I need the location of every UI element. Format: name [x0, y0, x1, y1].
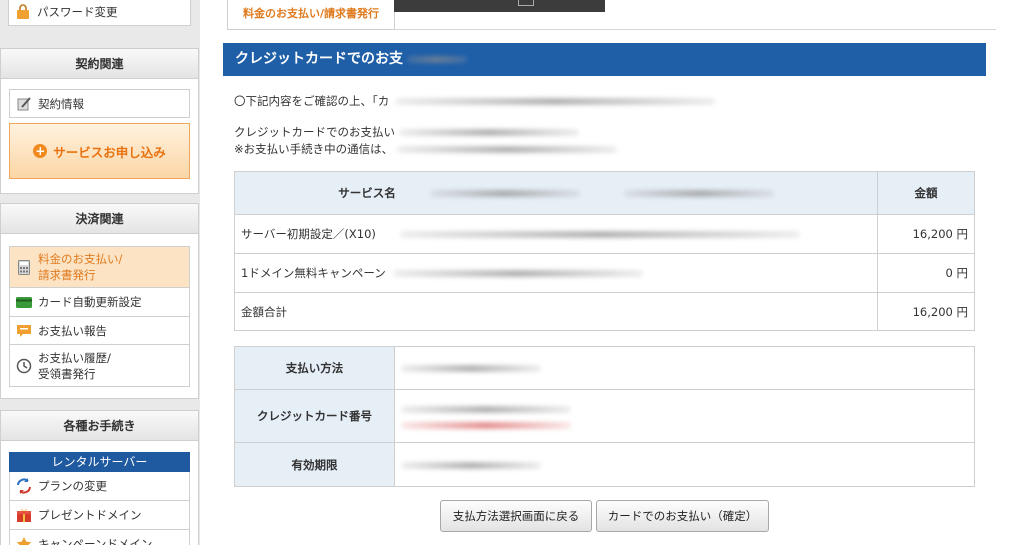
table-row: サーバー初期設定／(X10) 16,200 円 — [234, 214, 975, 254]
credit-card-icon — [16, 294, 32, 310]
page-title: クレジットカードでのお支 — [223, 43, 986, 76]
card-number-row: クレジットカード番号 — [234, 389, 975, 443]
sidebar: パスワード変更 契約関連 契約情報 + サービスお申し込み 決済関連 料金のお支… — [0, 0, 200, 545]
table-header-row: サービス名 金額 — [234, 171, 975, 215]
blurred-text — [401, 422, 571, 429]
payment-method-value — [394, 346, 975, 390]
blurred-text — [395, 98, 716, 105]
refresh-arrows-icon — [16, 478, 32, 494]
sidebar-item-label: パスワード変更 — [37, 5, 118, 19]
blurred-text — [399, 129, 579, 136]
sidebar-item-label: プレゼントドメイン — [38, 508, 142, 522]
label-line-1: 料金のお支払い/ — [38, 252, 123, 266]
blurred-text — [397, 146, 618, 153]
back-to-payment-method-button[interactable]: 支払方法選択画面に戻る — [440, 500, 592, 532]
payment-note: クレジットカードでのお支払い — [234, 124, 579, 140]
clock-icon — [16, 358, 32, 374]
expiry-label: 有効期限 — [234, 442, 395, 487]
bar-marker-icon — [518, 0, 534, 6]
payment-method-label: 支払い方法 — [234, 346, 395, 390]
amount-cell: 16,200 円 — [877, 214, 975, 254]
card-number-value — [394, 389, 975, 443]
total-row: 金額合計 16,200 円 — [234, 292, 975, 331]
sidebar-item-label: 料金のお支払い/ 請求書発行 — [38, 251, 122, 283]
sidebar-item-payment-report[interactable]: お支払い報告 — [9, 317, 190, 345]
lock-icon — [15, 4, 31, 20]
service-apply-button[interactable]: + サービスお申し込み — [9, 123, 190, 179]
plus-circle-icon: + — [33, 144, 48, 158]
payment-section-heading: 決済関連 — [1, 204, 198, 234]
label-line-1: お支払い履歴/ — [38, 350, 111, 365]
blurred-text — [393, 270, 644, 277]
amount-cell: 0 円 — [877, 253, 975, 293]
service-name-header-text: サービス名 — [338, 186, 396, 200]
speech-bubble-icon — [16, 323, 32, 339]
page-title-text: クレジットカードでのお支 — [235, 51, 403, 67]
payment-note-text: クレジットカードでのお支払い — [234, 125, 395, 139]
service-table: サービス名 金額 サーバー初期設定／(X10) 16,200 円 1ドメイン無料… — [234, 171, 975, 331]
service-apply-label: サービスお申し込み — [53, 144, 166, 160]
service-name-text: サーバー初期設定／(X10) — [241, 227, 376, 241]
confirm-note: 〇下記内容をご確認の上、「カ — [234, 93, 716, 109]
service-name-header: サービス名 — [234, 171, 878, 215]
service-name-cell: 1ドメイン無料キャンペーン — [234, 253, 878, 293]
blurred-text — [623, 190, 774, 197]
rental-server-heading: レンタルサーバー — [9, 452, 190, 472]
blurred-text — [399, 231, 800, 238]
sidebar-item-label: キャンペーンドメイン — [38, 537, 153, 545]
sidebar-item-card-auto-renew[interactable]: カード自動更新設定 — [9, 288, 190, 317]
blurred-text — [429, 190, 580, 197]
sidebar-item-password-change[interactable]: パスワード変更 — [8, 0, 191, 26]
payment-method-row: 支払い方法 — [234, 346, 975, 390]
card-number-label: クレジットカード番号 — [234, 389, 395, 443]
label-line-2: 請求書発行 — [38, 268, 96, 282]
sidebar-item-present-domain[interactable]: プレゼントドメイン — [9, 501, 190, 530]
blurred-text — [407, 55, 467, 63]
password-box: パスワード変更 — [0, 0, 199, 26]
sidebar-item-label: プランの変更 — [38, 479, 107, 493]
label-line-2: 受領書発行 — [38, 366, 96, 381]
tab-payment-invoice[interactable]: 料金のお支払い/請求書発行 — [227, 0, 395, 30]
confirm-card-payment-button[interactable]: カードでのお支払い（確定） — [596, 500, 769, 532]
sidebar-item-label: カード自動更新設定 — [38, 295, 142, 309]
sidebar-item-payment-history[interactable]: お支払い履歴/ 受領書発行 — [9, 345, 190, 387]
blurred-text — [401, 461, 541, 469]
star-icon — [16, 536, 32, 545]
amount-header: 金額 — [877, 171, 975, 215]
service-name-cell: サーバー初期設定／(X10) — [234, 214, 878, 254]
expiry-value — [394, 442, 975, 487]
sidebar-item-contract-info[interactable]: 契約情報 — [9, 89, 190, 118]
sidebar-item-payment-invoice[interactable]: 料金のお支払い/ 請求書発行 — [9, 246, 190, 288]
sidebar-item-label: 契約情報 — [38, 96, 84, 111]
gift-icon — [16, 507, 32, 523]
blurred-text — [401, 406, 571, 413]
payment-box: 決済関連 料金のお支払い/ 請求書発行 カード自動更新設定 お支払い報告 お支払… — [0, 203, 199, 399]
contract-box: 契約関連 契約情報 + サービスお申し込み — [0, 48, 199, 194]
calculator-icon — [16, 259, 32, 275]
document-pen-icon — [16, 96, 32, 112]
table-row: 1ドメイン無料キャンペーン 0 円 — [234, 253, 975, 293]
expiry-row: 有効期限 — [234, 442, 975, 487]
total-amount-cell: 16,200 円 — [877, 292, 975, 331]
main-content: 料金のお支払い/請求書発行 クレジットカードでのお支 〇下記内容をご確認の上、「… — [200, 0, 1024, 545]
blurred-text — [401, 365, 541, 372]
sidebar-item-campaign-domain[interactable]: キャンペーンドメイン — [9, 530, 190, 545]
procedures-section-heading: 各種お手続き — [1, 411, 198, 441]
confirm-note-text: 〇下記内容をご確認の上、「カ — [234, 94, 390, 108]
sidebar-item-label: お支払い履歴/ 受領書発行 — [38, 350, 111, 382]
sidebar-item-label: お支払い報告 — [38, 323, 107, 338]
payment-info-table: 支払い方法 クレジットカード番号 有効期限 — [234, 346, 975, 487]
contract-section-heading: 契約関連 — [1, 49, 198, 79]
service-name-text: 1ドメイン無料キャンペーン — [241, 266, 386, 280]
ssl-note-text: ※お支払い手続き中の通信は、 — [234, 142, 394, 156]
total-label-cell: 金額合計 — [234, 292, 878, 331]
ssl-note: ※お支払い手続き中の通信は、 — [234, 141, 618, 157]
video-overlay-bar — [394, 0, 605, 12]
procedures-box: 各種お手続き レンタルサーバー プランの変更 プレゼントドメイン キャンペーンド… — [0, 410, 199, 545]
tab-divider — [395, 29, 996, 30]
sidebar-item-plan-change[interactable]: プランの変更 — [9, 472, 190, 501]
